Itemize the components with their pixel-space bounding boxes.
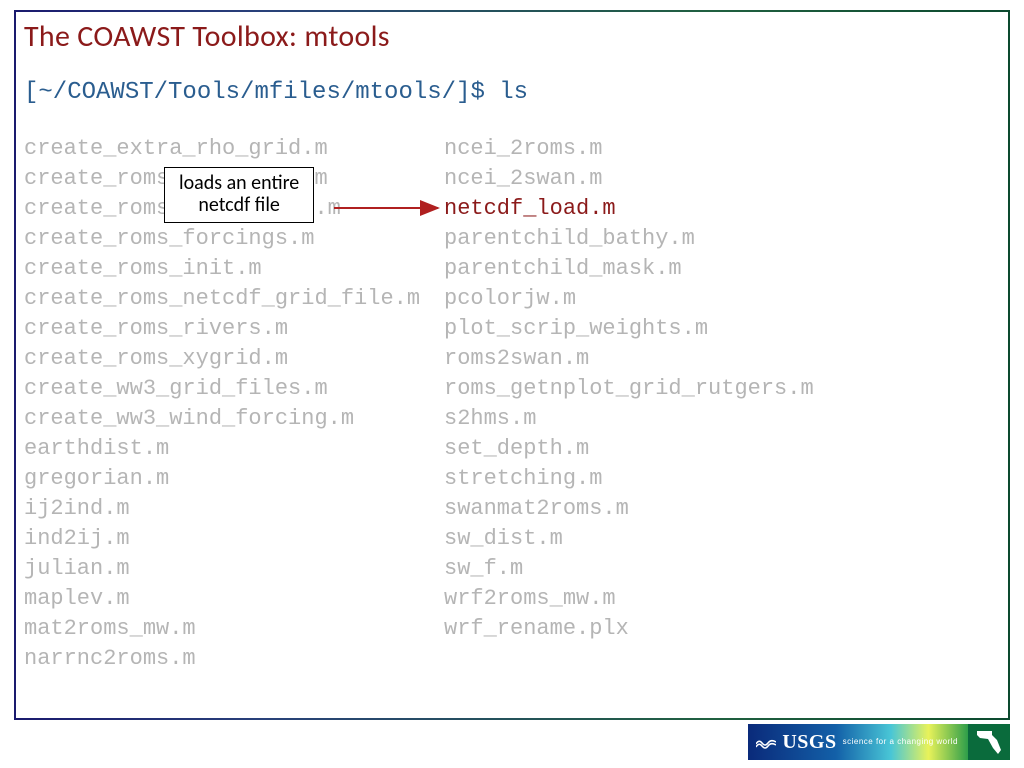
file-entry: swanmat2roms.m: [444, 494, 814, 524]
file-entry: ind2ij.m: [24, 524, 444, 554]
florida-icon: [968, 724, 1010, 760]
file-entry: plot_scrip_weights.m: [444, 314, 814, 344]
file-entry: sw_f.m: [444, 554, 814, 584]
file-entry: maplev.m: [24, 584, 444, 614]
file-entry: set_depth.m: [444, 434, 814, 464]
file-entry: create_ww3_grid_files.m: [24, 374, 444, 404]
file-entry: stretching.m: [444, 464, 814, 494]
file-entry: netcdf_load.m: [444, 194, 814, 224]
file-entry: create_ww3_wind_forcing.m: [24, 404, 444, 434]
shell-prompt: [~/COAWST/Tools/mfiles/mtools/]$ ls: [24, 79, 1006, 106]
file-entry: parentchild_bathy.m: [444, 224, 814, 254]
file-listing: create_extra_rho_grid.mcreate_roms_child…: [24, 134, 1006, 674]
file-entry: roms2swan.m: [444, 344, 814, 374]
file-entry: parentchild_mask.m: [444, 254, 814, 284]
callout-line: loads an entire: [179, 172, 299, 194]
file-entry: create_extra_rho_grid.m: [24, 134, 444, 164]
file-entry: earthdist.m: [24, 434, 444, 464]
file-entry: wrf_rename.plx: [444, 614, 814, 644]
usgs-text: USGS: [782, 731, 836, 754]
file-entry: mat2roms_mw.m: [24, 614, 444, 644]
file-entry: ij2ind.m: [24, 494, 444, 524]
wave-icon: [756, 735, 776, 749]
slide-title: The COAWST Toolbox: mtools: [24, 18, 1006, 55]
file-entry: gregorian.m: [24, 464, 444, 494]
file-column-right: ncei_2roms.mncei_2swan.mnetcdf_load.mpar…: [444, 134, 814, 674]
file-entry: roms_getnplot_grid_rutgers.m: [444, 374, 814, 404]
callout-box: loads an entire netcdf file: [164, 167, 314, 223]
file-entry: create_roms_init.m: [24, 254, 444, 284]
file-entry: create_roms_netcdf_grid_file.m: [24, 284, 444, 314]
file-entry: ncei_2swan.m: [444, 164, 814, 194]
file-entry: pcolorjw.m: [444, 284, 814, 314]
file-entry: ncei_2roms.m: [444, 134, 814, 164]
usgs-tagline: science for a changing world: [843, 738, 958, 746]
file-entry: julian.m: [24, 554, 444, 584]
file-entry: s2hms.m: [444, 404, 814, 434]
file-entry: narrnc2roms.m: [24, 644, 444, 674]
file-entry: wrf2roms_mw.m: [444, 584, 814, 614]
file-entry: create_roms_xygrid.m: [24, 344, 444, 374]
usgs-logo: USGS science for a changing world: [748, 724, 968, 760]
file-entry: create_roms_forcings.m: [24, 224, 444, 254]
file-entry: create_roms_rivers.m: [24, 314, 444, 344]
file-entry: sw_dist.m: [444, 524, 814, 554]
callout-line: netcdf file: [179, 194, 299, 216]
footer-logo-strip: USGS science for a changing world: [748, 724, 1010, 760]
slide: The COAWST Toolbox: mtools [~/COAWST/Too…: [0, 0, 1024, 768]
